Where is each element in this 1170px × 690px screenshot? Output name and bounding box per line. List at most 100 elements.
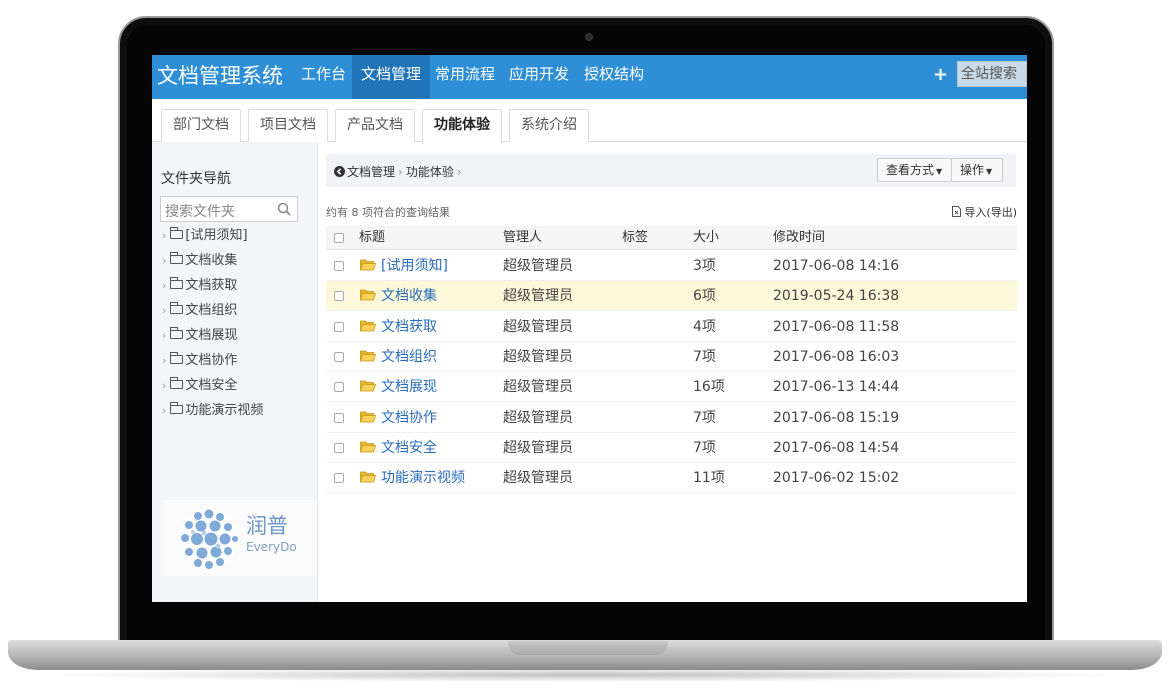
chevron-right-icon: › [162,379,167,392]
nav-item-doc-management[interactable]: 文档管理 [352,55,431,99]
breadcrumb-separator: › [456,165,462,179]
header-title[interactable]: 标题 [359,226,385,250]
row-title-link[interactable]: [试用须知] [381,251,448,281]
folder-open-icon [360,441,376,453]
row-title-link[interactable]: 文档协作 [381,403,437,433]
table-row[interactable]: [试用须知] 超级管理员 3项 2017-06-08 14:16 [326,251,1017,281]
import-export-link[interactable]: 导入(导出) [952,204,1017,220]
back-arrow-icon[interactable] [334,166,345,177]
table-header: 标题 管理人 标签 大小 修改时间 [326,226,1017,250]
sidebar-item-doc-collect[interactable]: › 文档收集 [162,251,237,271]
row-checkbox[interactable] [334,473,344,484]
row-manager: 超级管理员 [503,439,573,456]
breadcrumb-feature-trial[interactable]: 功能体验 [406,165,454,179]
header-size[interactable]: 大小 [693,226,719,250]
folder-icon [170,252,184,264]
tab-product-docs[interactable]: 产品文档 [335,109,415,142]
tab-bar: 部门文档 项目文档 产品文档 功能体验 系统介绍 [152,99,1027,143]
folder-icon [170,277,184,289]
sidebar-item-trial-notice[interactable]: › [试用须知] [162,226,248,246]
row-checkbox[interactable] [334,291,344,302]
search-icon[interactable] [277,202,291,216]
tab-feature-trial[interactable]: 功能体验 [422,109,502,143]
row-manager: 超级管理员 [503,470,573,487]
folder-search-input[interactable]: 搜索文件夹 [165,201,235,221]
sidebar-item-doc-collab[interactable]: › 文档协作 [162,351,237,371]
sidebar-item-doc-security[interactable]: › 文档安全 [162,376,237,396]
global-search-input[interactable]: 全站搜索 [957,61,1027,87]
caret-down-icon: ▼ [986,167,993,176]
folder-open-icon [360,380,376,392]
row-size: 7项 [693,439,716,456]
folder-icon [170,352,184,364]
row-checkbox[interactable] [334,412,344,423]
operations-button[interactable]: 操作 ▼ [951,158,1003,182]
row-title-link[interactable]: 文档收集 [381,281,437,311]
folder-icon [170,302,184,314]
tab-project-docs[interactable]: 项目文档 [248,109,328,142]
row-modified-time: 2019-05-24 16:38 [773,288,900,305]
sidebar-title: 文件夹导航 [161,171,231,187]
logo-subtitle: EveryDo [246,540,297,554]
tab-dept-docs[interactable]: 部门文档 [161,109,241,142]
row-checkbox[interactable] [334,351,344,362]
breadcrumb-doc-management[interactable]: 文档管理 [347,165,395,179]
brand-logo: 润普 EveryDo [164,500,317,576]
row-title-link[interactable]: 文档展现 [381,372,437,402]
row-title-link[interactable]: 文档安全 [381,433,437,463]
row-size: 7项 [693,348,716,365]
row-title-link[interactable]: 文档组织 [381,342,437,372]
row-size: 6项 [693,288,716,305]
folder-sidebar: 文件夹导航 搜索文件夹 › [试用须知] › 文档收集 › 文档获取 › 文档组织 › 文… [152,142,318,602]
table-row[interactable]: 文档协作 超级管理员 7项 2017-06-08 15:19 [326,403,1017,433]
sidebar-item-doc-fetch[interactable]: › 文档获取 [162,276,237,296]
row-modified-time: 2017-06-08 16:03 [773,348,900,365]
table-row[interactable]: 文档获取 超级管理员 4项 2017-06-08 11:58 [326,312,1017,342]
table-row[interactable]: 文档安全 超级管理员 7项 2017-06-08 14:54 [326,433,1017,463]
chevron-right-icon: › [162,404,167,417]
sidebar-item-doc-display[interactable]: › 文档展现 [162,326,237,346]
chevron-right-icon: › [162,254,167,267]
header-manager[interactable]: 管理人 [503,226,542,250]
header-modified-time[interactable]: 修改时间 [773,226,825,250]
result-count: 约有 8 项符合的查询结果 [326,206,450,219]
app-title[interactable]: 文档管理系统 [157,61,283,91]
logo-name: 润普 [246,514,288,538]
row-checkbox[interactable] [334,321,344,332]
table-row[interactable]: 功能演示视频 超级管理员 11项 2017-06-02 15:02 [326,463,1017,494]
nav-item-app-dev[interactable]: 应用开发 [500,55,578,99]
table-row[interactable]: 文档组织 超级管理员 7项 2017-06-08 16:03 [326,342,1017,372]
laptop-frame: 文档管理系统 工作台 文档管理 常用流程 应用开发 授权结构 + 全站搜索 部门… [0,0,1170,690]
folder-open-icon [360,289,376,301]
caret-down-icon: ▼ [936,167,943,176]
nav-item-common-flows[interactable]: 常用流程 [426,55,504,99]
camera-icon [585,33,593,41]
laptop-notch [508,641,668,655]
row-title-link[interactable]: 文档获取 [381,312,437,342]
row-checkbox[interactable] [334,261,344,271]
sidebar-item-doc-organize[interactable]: › 文档组织 [162,301,237,321]
row-size: 11项 [693,470,725,487]
chevron-right-icon: › [162,354,167,367]
row-checkbox[interactable] [334,382,344,393]
tab-system-intro[interactable]: 系统介绍 [509,109,589,142]
view-mode-button[interactable]: 查看方式 ▼ [877,158,952,182]
table-row[interactable]: 文档收集 超级管理员 6项 2019-05-24 16:38 [326,281,1017,312]
select-all-checkbox[interactable] [334,233,344,243]
chevron-right-icon: › [162,304,167,317]
header-tag[interactable]: 标签 [622,226,648,250]
nav-item-auth-structure[interactable]: 授权结构 [575,55,653,99]
row-modified-time: 2017-06-08 14:54 [773,439,900,456]
chevron-right-icon: › [162,279,167,292]
sidebar-item-demo-videos[interactable]: › 功能演示视频 [162,401,263,421]
chevron-right-icon: › [162,229,167,242]
table-row[interactable]: 文档展现 超级管理员 16项 2017-06-13 14:44 [326,372,1017,403]
row-checkbox[interactable] [334,442,344,453]
folder-search-box[interactable]: 搜索文件夹 [160,196,298,222]
add-icon[interactable]: + [933,64,948,86]
logo-sphere-icon [180,509,238,569]
row-title-link[interactable]: 功能演示视频 [381,463,465,493]
laptop-shadow [40,668,1130,682]
nav-item-workbench[interactable]: 工作台 [292,55,355,99]
folder-open-icon [360,411,376,422]
